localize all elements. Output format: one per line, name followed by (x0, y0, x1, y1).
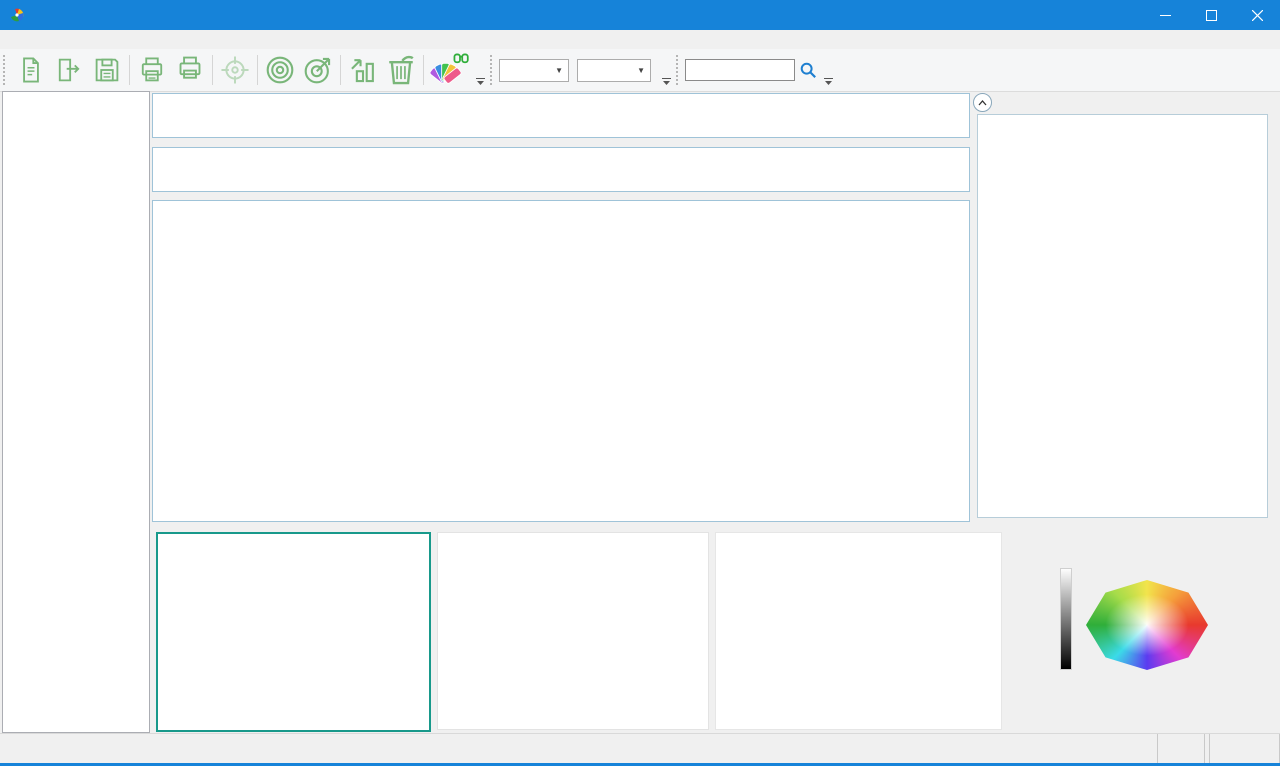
calibrate-button[interactable] (261, 52, 299, 88)
color-fan-icon (430, 52, 470, 88)
close-button[interactable] (1234, 0, 1280, 30)
save-icon (92, 55, 122, 85)
color-difference-panel-header (973, 93, 999, 112)
reflectance-panel[interactable] (715, 532, 1002, 730)
search-button[interactable] (795, 52, 821, 88)
delta-ab-scatter-panel[interactable] (156, 532, 431, 732)
search-input[interactable] (685, 59, 795, 81)
delta-ab-scatter-chart (158, 534, 425, 726)
toolbar-separator (212, 55, 213, 85)
concentric-circles-icon (264, 54, 296, 86)
export-icon (54, 55, 84, 85)
new-document-button[interactable] (12, 52, 50, 88)
toolbar-overflow-button[interactable] (659, 52, 673, 89)
reflectance-chart (716, 533, 999, 704)
statistics-button[interactable] (344, 52, 382, 88)
maximize-button[interactable] (1188, 0, 1234, 30)
spectrum-color-bar (753, 706, 988, 724)
search-icon (799, 61, 817, 79)
printer-icon (137, 55, 167, 85)
toolbar-separator (257, 55, 258, 85)
toolbar: ▼ ▼ (0, 49, 1280, 92)
status-empty-cell (1209, 734, 1280, 764)
crosshair-icon (219, 54, 251, 86)
chevron-down-icon: ▼ (555, 66, 563, 75)
toolbar-separator (129, 55, 130, 85)
delta-e-line-chart (438, 533, 706, 727)
collapse-button[interactable] (973, 93, 992, 112)
color-card-match-button[interactable] (427, 52, 473, 88)
title-bar (0, 0, 1280, 30)
printer-word-icon (173, 54, 207, 86)
sci-sce-select[interactable]: ▼ (499, 59, 569, 82)
document-icon (16, 55, 46, 85)
toolbar-overflow-button[interactable] (821, 52, 835, 89)
status-bar (0, 733, 1280, 764)
lab-gamut-panel[interactable] (1008, 532, 1280, 728)
bar-chart-arrow-icon (347, 54, 379, 86)
chevron-up-icon (978, 100, 987, 106)
delta-e-trend-panel[interactable] (437, 532, 709, 730)
export-button[interactable] (50, 52, 88, 88)
toolbar-grip[interactable] (490, 55, 496, 85)
samples-table-card (152, 200, 970, 522)
sample-tree (2, 91, 150, 733)
print-button[interactable] (133, 52, 171, 88)
menu-bar (0, 30, 1280, 50)
standard-table-card (152, 147, 970, 192)
auto-mode-cell[interactable] (1157, 734, 1205, 764)
toolbar-grip[interactable] (676, 55, 682, 85)
toolbar-overflow-button[interactable] (473, 52, 487, 89)
toolbar-separator (340, 55, 341, 85)
minimize-button[interactable] (1142, 0, 1188, 30)
color-difference-panel (977, 114, 1268, 518)
gamut-overlay-chart (1008, 532, 1280, 726)
save-button[interactable] (88, 52, 126, 88)
binoculars-icon (454, 54, 467, 62)
illuminant-observer-select[interactable]: ▼ (577, 59, 651, 82)
print-word-button[interactable] (171, 52, 209, 88)
dart-target-icon (302, 54, 334, 86)
tolerance-table-card (152, 93, 970, 138)
app-logo-icon (9, 7, 25, 23)
chevron-down-icon: ▼ (637, 66, 645, 75)
delete-button[interactable] (382, 52, 420, 88)
measure-target-button[interactable] (299, 52, 337, 88)
toolbar-grip[interactable] (3, 55, 9, 85)
trash-icon (384, 53, 418, 87)
aim-target-button-disabled[interactable] (216, 52, 254, 88)
toolbar-separator (423, 55, 424, 85)
